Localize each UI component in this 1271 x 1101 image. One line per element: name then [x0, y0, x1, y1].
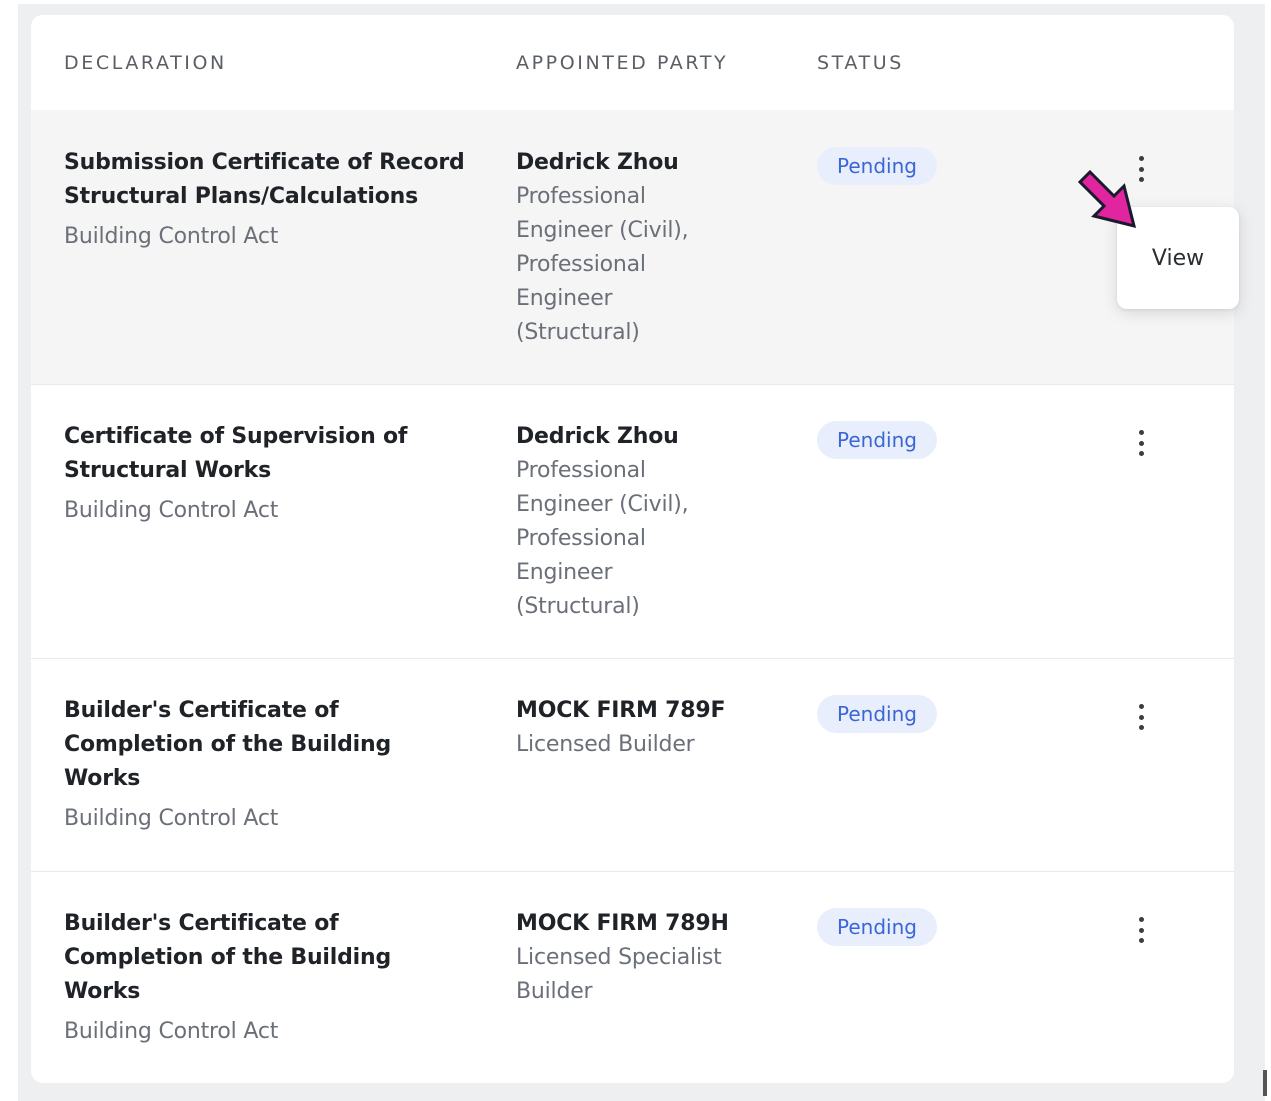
- party-name: Dedrick Zhou: [516, 424, 679, 449]
- declaration-title: Certificate of Supervision of Structural…: [64, 424, 408, 483]
- table-row[interactable]: Builder's Certificate of Completion of t…: [31, 872, 1234, 1083]
- party-role: Professional Engineer (Civil), Professio…: [516, 458, 689, 619]
- declaration-title: Builder's Certificate of Completion of t…: [64, 911, 392, 1004]
- column-header-appointed-party[interactable]: APPOINTED PARTY: [516, 52, 728, 74]
- scrollbar-edge: [1263, 1070, 1267, 1096]
- declarations-table: DECLARATION APPOINTED PARTY STATUS Submi…: [31, 15, 1234, 1083]
- status-badge: Pending: [817, 908, 937, 946]
- pointer-arrow-icon: [1077, 170, 1137, 229]
- more-vertical-icon[interactable]: [1128, 700, 1154, 734]
- column-header-declaration[interactable]: DECLARATION: [64, 52, 227, 74]
- declaration-act: Building Control Act: [64, 498, 279, 523]
- declaration-act: Building Control Act: [64, 1019, 279, 1044]
- party-name: MOCK FIRM 789H: [516, 911, 729, 936]
- party-role: Licensed Builder: [516, 732, 695, 757]
- status-badge: Pending: [817, 421, 937, 459]
- status-badge: Pending: [817, 695, 937, 733]
- declaration-title: Builder's Certificate of Completion of t…: [64, 698, 392, 791]
- declaration-act: Building Control Act: [64, 806, 279, 831]
- party-role: Licensed Specialist Builder: [516, 945, 722, 1004]
- table-row[interactable]: Submission Certificate of Record Structu…: [31, 110, 1234, 385]
- more-vertical-icon[interactable]: [1128, 913, 1154, 947]
- declaration-title: Submission Certificate of Record Structu…: [64, 150, 465, 209]
- party-role: Professional Engineer (Civil), Professio…: [516, 184, 689, 345]
- table-header: DECLARATION APPOINTED PARTY STATUS: [31, 15, 1234, 110]
- table-row[interactable]: Certificate of Supervision of Structural…: [31, 385, 1234, 659]
- table-row[interactable]: Builder's Certificate of Completion of t…: [31, 659, 1234, 872]
- status-badge: Pending: [817, 147, 937, 185]
- party-name: Dedrick Zhou: [516, 150, 679, 175]
- declaration-act: Building Control Act: [64, 224, 279, 249]
- column-header-status[interactable]: STATUS: [817, 52, 904, 74]
- more-vertical-icon[interactable]: [1128, 426, 1154, 460]
- party-name: MOCK FIRM 789F: [516, 698, 726, 723]
